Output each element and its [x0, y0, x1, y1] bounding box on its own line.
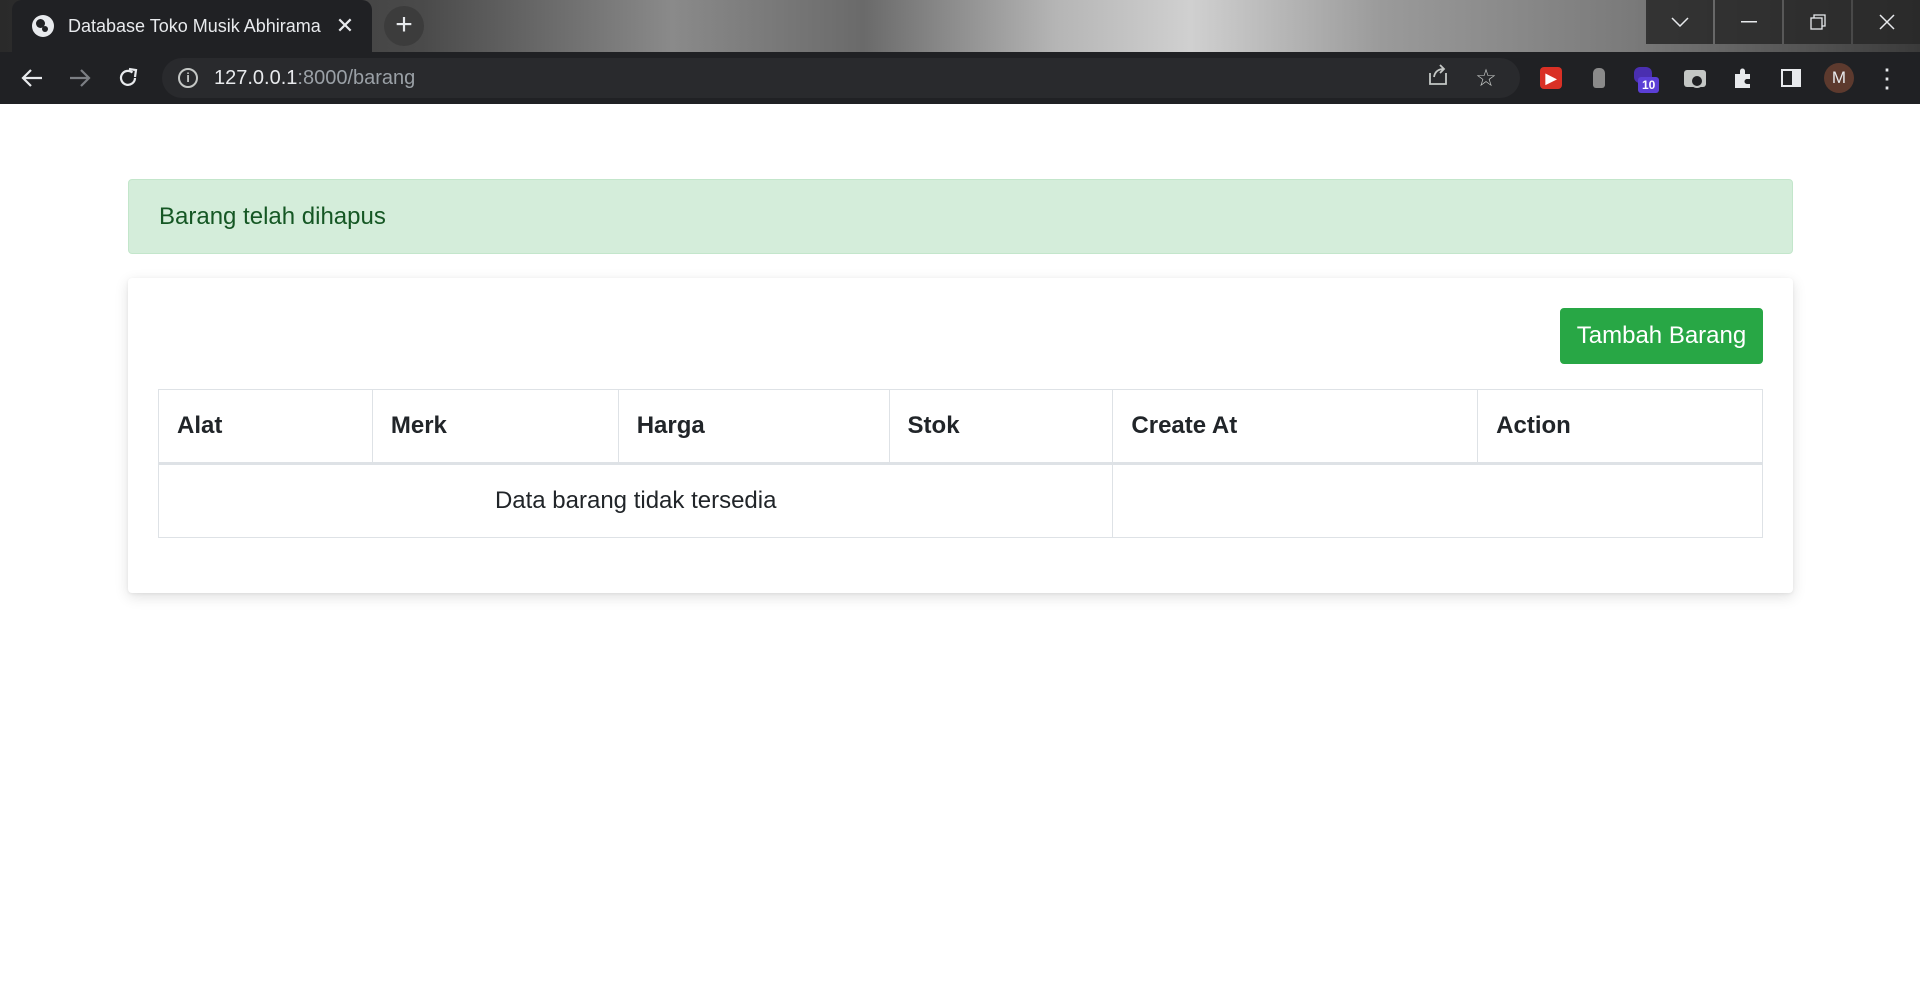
browser-tab-strip: Database Toko Musik Abhirama ✕ + — [0, 0, 1920, 52]
share-icon[interactable] — [1414, 63, 1462, 93]
restore-icon[interactable] — [1784, 0, 1851, 44]
url-text[interactable]: 127.0.0.1:8000/barang — [214, 67, 1414, 90]
alert-message: Barang telah dihapus — [159, 202, 386, 230]
chevron-down-icon[interactable] — [1646, 0, 1713, 44]
extension-red-icon[interactable]: ▶ — [1527, 52, 1575, 104]
empty-cell — [1112, 463, 1763, 538]
extension-bottle-icon[interactable] — [1575, 52, 1623, 104]
window-controls — [1644, 0, 1920, 44]
close-icon[interactable] — [1853, 0, 1920, 44]
camera-icon[interactable] — [1671, 52, 1719, 104]
empty-message: Data barang tidak tersedia — [157, 463, 1114, 538]
column-header-merk: Merk — [371, 389, 619, 465]
column-header-create-at: Create At — [1112, 389, 1479, 465]
table-row: Data barang tidak tersedia — [157, 463, 1763, 538]
tab-title: Database Toko Musik Abhirama — [68, 15, 321, 36]
puzzle-icon[interactable] — [1719, 52, 1767, 104]
forward-arrow-icon[interactable] — [56, 52, 104, 104]
extension-badge-icon[interactable]: 10 — [1623, 52, 1671, 104]
kebab-menu-icon[interactable]: ⋮ — [1863, 52, 1911, 104]
profile-avatar[interactable]: M — [1815, 52, 1863, 104]
new-tab-button[interactable]: + — [384, 6, 424, 46]
site-info-icon[interactable]: i — [178, 68, 198, 88]
address-bar[interactable]: i 127.0.0.1:8000/barang ☆ — [162, 58, 1520, 98]
back-arrow-icon[interactable] — [8, 52, 56, 104]
browser-toolbar: i 127.0.0.1:8000/barang ☆ ▶ 10 M ⋮ — [0, 52, 1920, 104]
column-header-alat: Alat — [158, 389, 373, 465]
column-header-action: Action — [1477, 389, 1763, 465]
success-alert: Barang telah dihapus — [128, 179, 1793, 254]
barang-card: Tambah Barang Alat Merk Harga Stok Creat… — [128, 278, 1793, 593]
side-panel-icon[interactable] — [1767, 52, 1815, 104]
barang-table: Alat Merk Harga Stok Create At Action Da… — [157, 389, 1763, 538]
reload-icon[interactable] — [104, 52, 152, 104]
column-header-harga: Harga — [617, 389, 890, 465]
globe-icon — [32, 15, 54, 37]
extension-badge-count: 10 — [1638, 77, 1660, 93]
minimize-icon[interactable] — [1715, 0, 1782, 44]
column-header-stok: Stok — [888, 389, 1114, 465]
table-header-row: Alat Merk Harga Stok Create At Action — [158, 389, 1763, 465]
bookmark-star-icon[interactable]: ☆ — [1462, 64, 1510, 93]
browser-tab-active[interactable]: Database Toko Musik Abhirama ✕ — [12, 0, 372, 52]
tambah-barang-button[interactable]: Tambah Barang — [1560, 308, 1763, 364]
tab-close-icon[interactable]: ✕ — [332, 13, 358, 39]
